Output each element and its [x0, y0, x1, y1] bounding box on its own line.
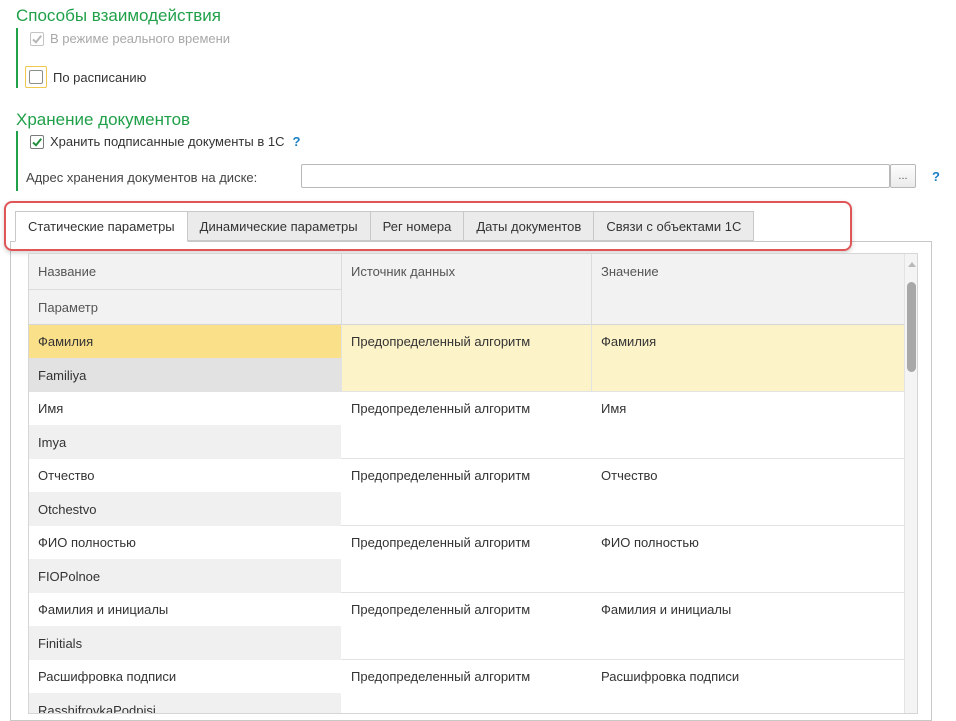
tab-static-params[interactable]: Статические параметры	[15, 211, 188, 242]
cell-name: Фамилия	[29, 325, 341, 358]
cell-source: Предопределенный алгоритм	[351, 535, 531, 550]
table-row[interactable]: ФИО полностью FIOPolnoe Предопределенный…	[29, 526, 904, 593]
cell-value: Отчество	[601, 468, 658, 483]
cell-value: ФИО полностью	[601, 535, 699, 550]
header-param[interactable]: Параметр	[38, 300, 98, 315]
table-row[interactable]: Имя Imya Предопределенный алгоритм Имя	[29, 392, 904, 459]
cell-source: Предопределенный алгоритм	[351, 468, 531, 483]
col-divider	[341, 325, 342, 392]
check-icon	[32, 34, 42, 44]
grid-scrollbar[interactable]	[904, 254, 917, 713]
grid-header: Название Параметр Источник данных Значен…	[29, 254, 904, 325]
header-name[interactable]: Название	[38, 264, 96, 279]
tab-dynamic-params[interactable]: Динамические параметры	[187, 211, 371, 241]
schedule-checkbox[interactable]	[29, 70, 43, 84]
cell-value: Фамилия	[601, 334, 657, 349]
address-help-icon[interactable]: ?	[932, 169, 940, 184]
realtime-checkbox[interactable]	[30, 31, 44, 46]
store-signed-checkbox-row: Хранить подписанные документы в 1С ?	[30, 134, 300, 149]
cell-param: Otchestvo	[29, 492, 341, 526]
store-signed-label: Хранить подписанные документы в 1С	[50, 134, 285, 149]
tab-object-links[interactable]: Связи с объектами 1С	[594, 211, 755, 241]
header-source[interactable]: Источник данных	[351, 264, 455, 279]
cell-name: Отчество	[38, 468, 95, 483]
realtime-checkbox-row: В режиме реального времени	[30, 31, 230, 46]
cell-source: Предопределенный алгоритм	[351, 602, 531, 617]
schedule-checkbox-focus	[25, 66, 47, 88]
table-row[interactable]: Расшифровка подписи RasshifrovkaPodpisi …	[29, 660, 904, 713]
col-divider	[591, 325, 592, 392]
schedule-label: По расписанию	[53, 69, 147, 85]
table-row[interactable]: Фамилия и инициалы Finitials Предопредел…	[29, 593, 904, 660]
header-col-divider	[591, 254, 592, 325]
scroll-thumb[interactable]	[907, 282, 916, 372]
tab-document-dates[interactable]: Даты документов	[464, 211, 595, 241]
header-col-divider	[341, 254, 342, 325]
cell-param: Imya	[29, 425, 341, 459]
realtime-label: В режиме реального времени	[50, 31, 231, 46]
section-bar-storage	[16, 131, 18, 191]
section-title-interaction: Способы взаимодействия	[16, 6, 222, 25]
cell-source: Предопределенный алгоритм	[351, 669, 531, 684]
cell-param: Familiya	[29, 358, 341, 392]
cell-param: Finitials	[29, 626, 341, 660]
header-divider	[29, 289, 341, 290]
cell-name: Фамилия и инициалы	[38, 602, 169, 617]
tab-bar: Статические параметры Динамические парам…	[15, 211, 755, 242]
cell-param: FIOPolnoe	[29, 559, 341, 593]
tab-reg-numbers[interactable]: Рег номера	[370, 211, 465, 241]
cell-source: Предопределенный алгоритм	[351, 401, 531, 416]
scroll-up-arrow-icon[interactable]	[908, 262, 916, 267]
section-title-storage: Хранение документов	[16, 110, 191, 129]
cell-value: Фамилия и инициалы	[601, 602, 732, 617]
section-bar-interaction	[16, 28, 18, 88]
header-value[interactable]: Значение	[601, 264, 659, 279]
params-grid[interactable]: Название Параметр Источник данных Значен…	[28, 253, 918, 714]
store-signed-checkbox[interactable]	[30, 134, 44, 149]
table-row[interactable]: Отчество Otchestvo Предопределенный алго…	[29, 459, 904, 526]
cell-param: RasshifrovkaPodpisi	[29, 693, 341, 713]
cell-value: Имя	[601, 401, 627, 416]
help-icon[interactable]: ?	[292, 134, 300, 149]
table-row[interactable]: Фамилия Familiya Предопределенный алгори…	[29, 325, 904, 392]
cell-value: Расшифровка подписи	[601, 669, 740, 684]
address-label: Адрес хранения документов на диске:	[26, 170, 258, 185]
schedule-checkbox-row: По расписанию	[25, 66, 146, 88]
browse-button[interactable]: ...	[890, 164, 916, 188]
cell-name: ФИО полностью	[38, 535, 136, 550]
cell-source: Предопределенный алгоритм	[351, 334, 531, 349]
check-icon	[32, 137, 42, 147]
cell-name: Расшифровка подписи	[38, 669, 177, 684]
address-input[interactable]	[301, 164, 890, 188]
cell-name: Имя	[38, 401, 64, 416]
